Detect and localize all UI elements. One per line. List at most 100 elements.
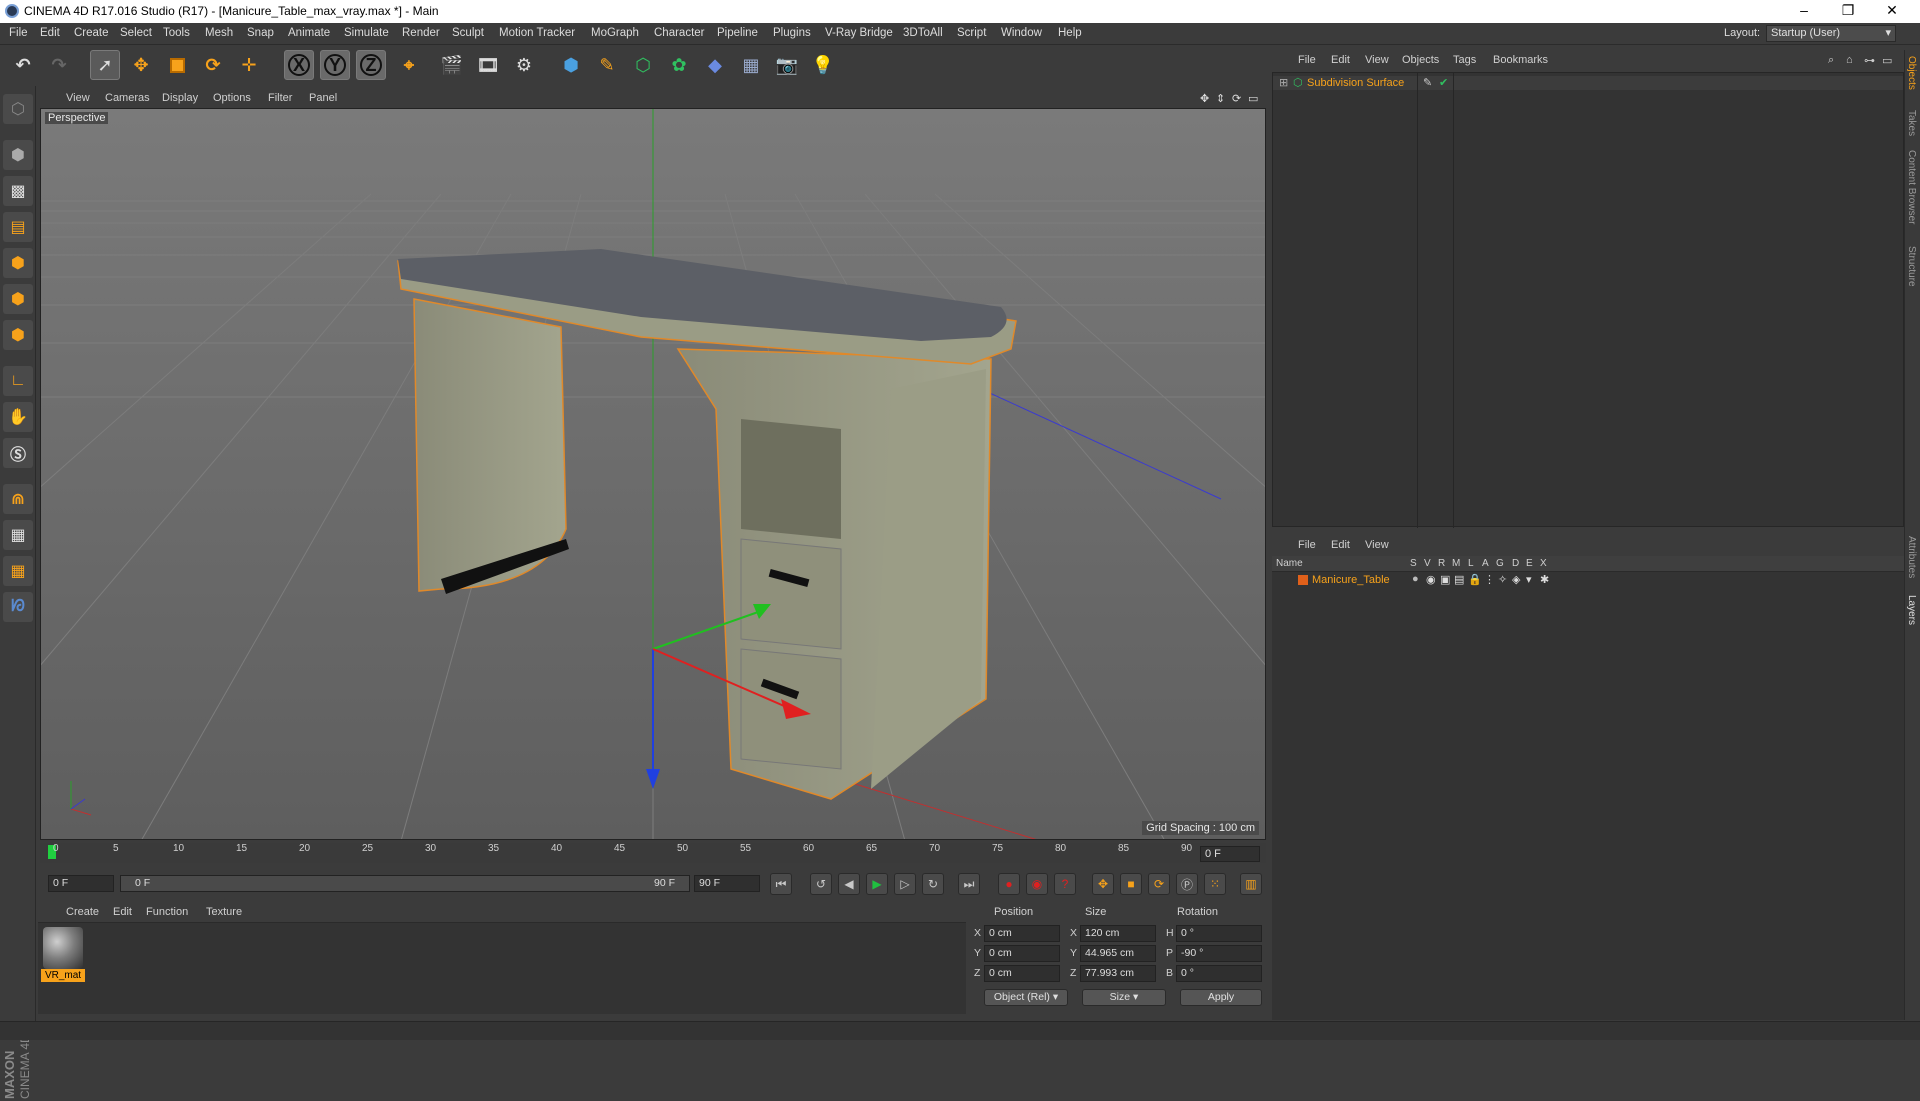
key-rotation-icon[interactable]: ⟳ — [1148, 873, 1170, 895]
snap-magnet-icon[interactable]: ⋒ — [3, 484, 33, 514]
menu-simulate[interactable]: Simulate — [344, 27, 389, 39]
column-generators[interactable]: G — [1496, 558, 1504, 569]
tab-takes[interactable]: Takes — [1906, 110, 1917, 136]
frame-range-slider[interactable]: 0 F 90 F — [120, 875, 690, 892]
menu-pipeline[interactable]: Pipeline — [717, 27, 758, 39]
last-tool-icon[interactable]: ✛ — [234, 50, 264, 80]
position-z-field[interactable]: 0 cm — [984, 965, 1060, 982]
obj-menu-tags[interactable]: Tags — [1453, 54, 1476, 66]
mat-menu-texture[interactable]: Texture — [206, 906, 242, 918]
menu-animate[interactable]: Animate — [288, 27, 330, 39]
auto-key-icon[interactable]: ◉ — [1026, 873, 1048, 895]
close-button[interactable]: ✕ — [1872, 2, 1912, 20]
vp-zoom-icon[interactable]: ⇕ — [1216, 92, 1225, 105]
menu-create[interactable]: Create — [74, 27, 109, 39]
position-y-field[interactable]: 0 cm — [984, 945, 1060, 962]
select-tool-icon[interactable]: ➚ — [90, 50, 120, 80]
menu-vray-bridge[interactable]: V-Ray Bridge — [825, 27, 893, 39]
go-to-end-icon[interactable]: ⏭ — [958, 873, 980, 895]
mat-menu-create[interactable]: Create — [66, 906, 99, 918]
menu-3dtoall[interactable]: 3DToAll — [903, 27, 943, 39]
animation-icon[interactable]: ⋮ — [1484, 573, 1495, 586]
enabled-check-icon[interactable]: ✔ — [1439, 76, 1448, 89]
size-y-field[interactable]: 44.965 cm — [1080, 945, 1156, 962]
vp-maximize-icon[interactable]: ▭ — [1248, 92, 1258, 105]
menu-character[interactable]: Character — [654, 27, 705, 39]
x-axis-lock-button[interactable]: X — [284, 50, 314, 80]
vp-menu-display[interactable]: Display — [162, 92, 198, 104]
menu-tools[interactable]: Tools — [163, 27, 190, 39]
pen-spline-icon[interactable]: ✎ — [592, 50, 622, 80]
menu-mesh[interactable]: Mesh — [205, 27, 233, 39]
layer-row[interactable]: Manicure_Table ● ◉ ▣ ▤ 🔒 ⋮ ✧ ◈ ▾ ✱ — [1272, 572, 1902, 588]
manager-icon[interactable]: ▤ — [1454, 573, 1464, 586]
position-x-field[interactable]: 0 cm — [984, 925, 1060, 942]
menu-snap[interactable]: Snap — [247, 27, 274, 39]
column-name[interactable]: Name — [1276, 558, 1303, 569]
solo-mode-icon[interactable]: Ⓢ — [3, 438, 33, 468]
play-icon[interactable]: ▶ — [866, 873, 888, 895]
end-frame-field[interactable]: 90 F — [694, 875, 760, 892]
column-expressions[interactable]: E — [1526, 558, 1533, 569]
obj-menu-edit[interactable]: Edit — [1331, 54, 1350, 66]
restore-button[interactable]: ❐ — [1828, 2, 1868, 20]
layer-menu-edit[interactable]: Edit — [1331, 539, 1350, 551]
vp-menu-filter[interactable]: Filter — [268, 92, 292, 104]
record-icon[interactable]: ● — [998, 873, 1020, 895]
tab-layers[interactable]: Layers — [1906, 595, 1917, 625]
column-xref[interactable]: X — [1540, 558, 1547, 569]
menu-help[interactable]: Help — [1058, 27, 1082, 39]
column-animation[interactable]: A — [1482, 558, 1489, 569]
vp-move-icon[interactable]: ✥ — [1200, 92, 1209, 105]
rotation-h-field[interactable]: 0 ° — [1176, 925, 1262, 942]
size-x-field[interactable]: 120 cm — [1080, 925, 1156, 942]
tab-structure[interactable]: Structure — [1906, 246, 1917, 287]
make-editable-icon[interactable]: ⬡ — [3, 94, 33, 124]
layer-menu-file[interactable]: File — [1298, 539, 1316, 551]
viewport-3d[interactable]: Perspective Grid Spacing : 100 cm — [40, 108, 1266, 840]
column-render[interactable]: R — [1438, 558, 1445, 569]
polygons-mode-icon[interactable]: ⬢ — [3, 320, 33, 350]
generator-icon[interactable]: ✧ — [1498, 573, 1507, 586]
step-back-icon[interactable]: ◀ — [838, 873, 860, 895]
deformer-icon[interactable]: ◆ — [700, 50, 730, 80]
visibility-eye-icon[interactable]: ◉ — [1426, 573, 1436, 586]
python-icon[interactable]: ᘗ — [3, 592, 33, 622]
search-icon[interactable]: ⌕ — [1828, 54, 1834, 67]
tab-objects[interactable]: Objects — [1906, 56, 1917, 90]
layer-color-swatch[interactable] — [1298, 575, 1308, 585]
obj-menu-view[interactable]: View — [1365, 54, 1389, 66]
y-axis-lock-button[interactable]: Y — [320, 50, 350, 80]
model-mode-icon[interactable]: ⬢ — [3, 140, 33, 170]
texture-mode-icon[interactable]: ▩ — [3, 176, 33, 206]
camera-object-icon[interactable]: 📷 — [772, 50, 802, 80]
start-frame-field[interactable]: 0 F — [48, 875, 114, 892]
z-axis-lock-button[interactable]: Z — [356, 50, 386, 80]
menu-file[interactable]: File — [9, 27, 28, 39]
menu-script[interactable]: Script — [957, 27, 986, 39]
vp-menu-options[interactable]: Options — [213, 92, 251, 104]
step-forward-icon[interactable]: ▷ — [894, 873, 916, 895]
column-deformers[interactable]: D — [1512, 558, 1519, 569]
obj-menu-objects[interactable]: Objects — [1402, 54, 1439, 66]
planar-workplane-icon[interactable]: ▦ — [3, 556, 33, 586]
key-parameter-icon[interactable]: Ⓟ — [1176, 873, 1198, 895]
undo-icon[interactable]: ↶ — [8, 50, 38, 80]
menu-mograph[interactable]: MoGraph — [591, 27, 639, 39]
vp-menu-panel[interactable]: Panel — [309, 92, 337, 104]
column-manager[interactable]: M — [1452, 558, 1460, 569]
light-object-icon[interactable]: 💡 — [808, 50, 838, 80]
apply-button[interactable]: Apply — [1180, 989, 1262, 1006]
timeline-layout-icon[interactable]: ▥ — [1240, 873, 1262, 895]
key-pla-icon[interactable]: ⁙ — [1204, 873, 1226, 895]
menu-render[interactable]: Render — [402, 27, 440, 39]
minimize-button[interactable]: – — [1784, 2, 1824, 20]
lock-icon[interactable]: 🔒 — [1468, 573, 1482, 586]
rotation-p-field[interactable]: -90 ° — [1176, 945, 1262, 962]
size-z-field[interactable]: 77.993 cm — [1080, 965, 1156, 982]
menu-window[interactable]: Window — [1001, 27, 1042, 39]
tab-content-browser[interactable]: Content Browser — [1906, 150, 1917, 224]
loop-forward-icon[interactable]: ↻ — [922, 873, 944, 895]
render-picture-viewer-icon[interactable]: 🎞 — [473, 50, 503, 80]
vp-rotate-icon[interactable]: ⟳ — [1232, 92, 1241, 105]
